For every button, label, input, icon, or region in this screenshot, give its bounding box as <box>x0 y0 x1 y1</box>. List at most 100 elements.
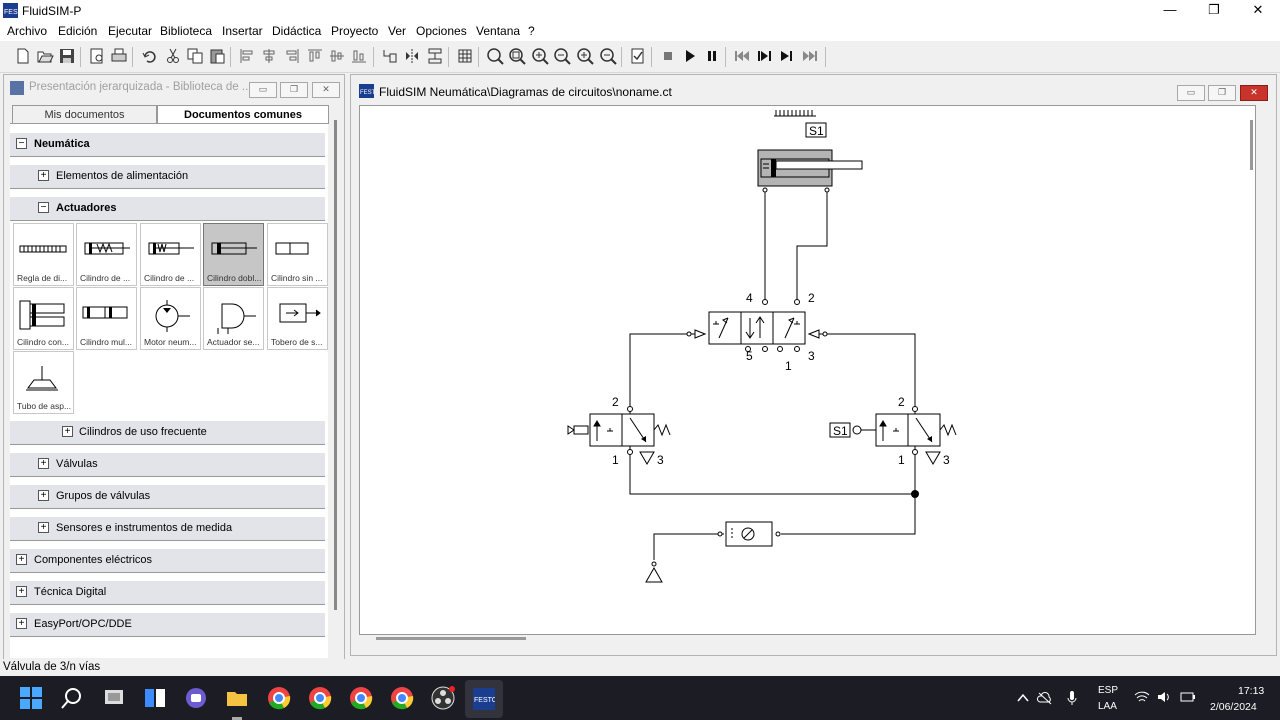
menu-archivo[interactable]: Archivo <box>7 24 47 38</box>
expand-icon[interactable]: + <box>16 618 27 629</box>
zoom-previous-icon[interactable] <box>553 47 571 65</box>
menu-edicion[interactable]: Edición <box>58 24 97 38</box>
reset-icon[interactable] <box>733 47 751 65</box>
menu-ver[interactable]: Ver <box>388 24 406 38</box>
zoom-window-icon[interactable] <box>531 47 549 65</box>
battery-icon[interactable] <box>1180 690 1196 704</box>
print-preview-icon[interactable] <box>88 47 106 65</box>
save-icon[interactable] <box>58 47 76 65</box>
obs-icon[interactable] <box>431 686 455 710</box>
circuit-minimize-button[interactable]: ▭ <box>1177 85 1205 101</box>
expand-icon[interactable]: + <box>38 458 49 469</box>
open-icon[interactable] <box>36 47 54 65</box>
tree-row-valvulas[interactable]: + Válvulas <box>10 453 325 477</box>
align-top-icon[interactable] <box>306 47 324 65</box>
align-middle-icon[interactable] <box>328 47 346 65</box>
zoom-fit-icon[interactable] <box>508 47 526 65</box>
zoom-in-icon[interactable] <box>576 47 594 65</box>
maximize-button[interactable]: ❐ <box>1192 0 1236 21</box>
check-icon[interactable] <box>629 47 647 65</box>
zoom-out-icon[interactable] <box>599 47 617 65</box>
menu-ventana[interactable]: Ventana <box>476 24 520 38</box>
library-tile[interactable]: Tubo de asp... <box>13 351 74 414</box>
expand-icon[interactable]: + <box>16 586 27 597</box>
tab-mis-documentos[interactable]: Mis documentos <box>12 105 157 124</box>
library-scrollbar[interactable] <box>332 120 340 660</box>
library-minimize-button[interactable]: ▭ <box>249 82 277 98</box>
paste-icon[interactable] <box>208 47 226 65</box>
circuit-diagram[interactable]: S1 4 2 5 1 3 2 1 3 S1 2 1 3 <box>360 106 1255 634</box>
library-tile[interactable]: Tobero de s... <box>267 287 328 350</box>
flip-icon[interactable] <box>403 47 421 65</box>
menu-insertar[interactable]: Insertar <box>222 24 263 38</box>
menu-help[interactable]: ? <box>528 24 535 38</box>
wifi-icon[interactable] <box>1134 690 1150 704</box>
microphone-icon[interactable] <box>1066 690 1078 706</box>
align-center-icon[interactable] <box>260 47 278 65</box>
close-button[interactable]: ✕ <box>1236 0 1280 21</box>
play-icon[interactable] <box>681 47 699 65</box>
library-tile[interactable]: Regla de di... <box>13 223 74 286</box>
menu-didactica[interactable]: Didáctica <box>272 24 321 38</box>
language-primary[interactable]: ESP <box>1098 685 1118 696</box>
double-acting-cylinder[interactable] <box>757 149 863 193</box>
grid-icon[interactable] <box>456 47 474 65</box>
zoom-1-icon[interactable] <box>486 47 504 65</box>
chrome-icon[interactable] <box>267 686 291 710</box>
tree-row-sensores[interactable]: + Sensores e instrumentos de medida <box>10 517 325 541</box>
volume-icon[interactable] <box>1157 690 1171 704</box>
valve-5-2-center[interactable] <box>686 299 828 352</box>
library-tile[interactable]: Cilindro de ... <box>76 223 137 286</box>
tree-row-actuadores[interactable]: − Actuadores <box>10 197 325 221</box>
collapse-icon[interactable]: − <box>16 138 27 149</box>
task-view-icon[interactable] <box>103 687 125 709</box>
valve-3-2-left[interactable] <box>567 406 671 465</box>
library-tile[interactable]: Cilindro mul... <box>76 287 137 350</box>
menu-opciones[interactable]: Opciones <box>416 24 467 38</box>
library-maximize-button[interactable]: ❐ <box>280 82 308 98</box>
fluidsim-task-active[interactable]: FESTO <box>465 680 503 718</box>
chevron-up-icon[interactable] <box>1016 691 1030 705</box>
file-explorer-icon[interactable] <box>226 687 248 709</box>
rotate-icon[interactable] <box>381 47 399 65</box>
search-icon[interactable] <box>61 687 83 709</box>
tree-row-digital[interactable]: + Técnica Digital <box>10 581 325 605</box>
step-forward-icon[interactable] <box>778 47 796 65</box>
expand-icon[interactable]: + <box>38 490 49 501</box>
windows-start-icon[interactable] <box>20 687 42 709</box>
expand-icon[interactable]: + <box>62 426 73 437</box>
pause-icon[interactable] <box>703 47 721 65</box>
library-tile[interactable]: Actuador se... <box>203 287 264 350</box>
stop-icon[interactable] <box>659 47 677 65</box>
fast-forward-icon[interactable] <box>801 47 819 65</box>
cut-icon[interactable] <box>164 47 182 65</box>
circuit-maximize-button[interactable]: ❐ <box>1208 85 1236 101</box>
library-tile[interactable]: Motor neum... <box>140 287 201 350</box>
menu-biblioteca[interactable]: Biblioteca <box>160 24 212 38</box>
tab-documentos-comunes[interactable]: Documentos comunes <box>157 105 329 124</box>
expand-icon[interactable]: + <box>38 170 49 181</box>
undo-icon[interactable] <box>141 47 159 65</box>
menu-proyecto[interactable]: Proyecto <box>331 24 378 38</box>
circuit-close-button[interactable]: ✕ <box>1240 85 1268 101</box>
align-bottom-icon[interactable] <box>350 47 368 65</box>
align-right-icon[interactable] <box>283 47 301 65</box>
language-secondary[interactable]: LAA <box>1098 701 1117 712</box>
library-tile[interactable]: Cilindro sin ... <box>267 223 328 286</box>
chrome-icon[interactable] <box>349 686 373 710</box>
expand-icon[interactable]: + <box>16 554 27 565</box>
teams-chat-icon[interactable] <box>185 687 207 709</box>
group-icon[interactable] <box>426 47 444 65</box>
tree-row-alimentacion[interactable]: + Elementos de alimentación <box>10 165 325 189</box>
library-close-button[interactable]: ✕ <box>312 82 340 98</box>
collapse-icon[interactable]: − <box>38 202 49 213</box>
circuit-vscroll-thumb[interactable] <box>1250 120 1253 170</box>
widgets-icon[interactable] <box>144 687 166 709</box>
clock-time[interactable]: 17:13 <box>1238 685 1264 697</box>
library-tile[interactable]: Cilindro de ... <box>140 223 201 286</box>
circuit-hscroll-thumb[interactable] <box>376 637 526 640</box>
library-tile-selected[interactable]: Cilindro dobl... <box>203 223 264 286</box>
new-icon[interactable] <box>14 47 32 65</box>
tree-row-electricos[interactable]: + Componentes eléctricos <box>10 549 325 573</box>
align-left-icon[interactable] <box>238 47 256 65</box>
